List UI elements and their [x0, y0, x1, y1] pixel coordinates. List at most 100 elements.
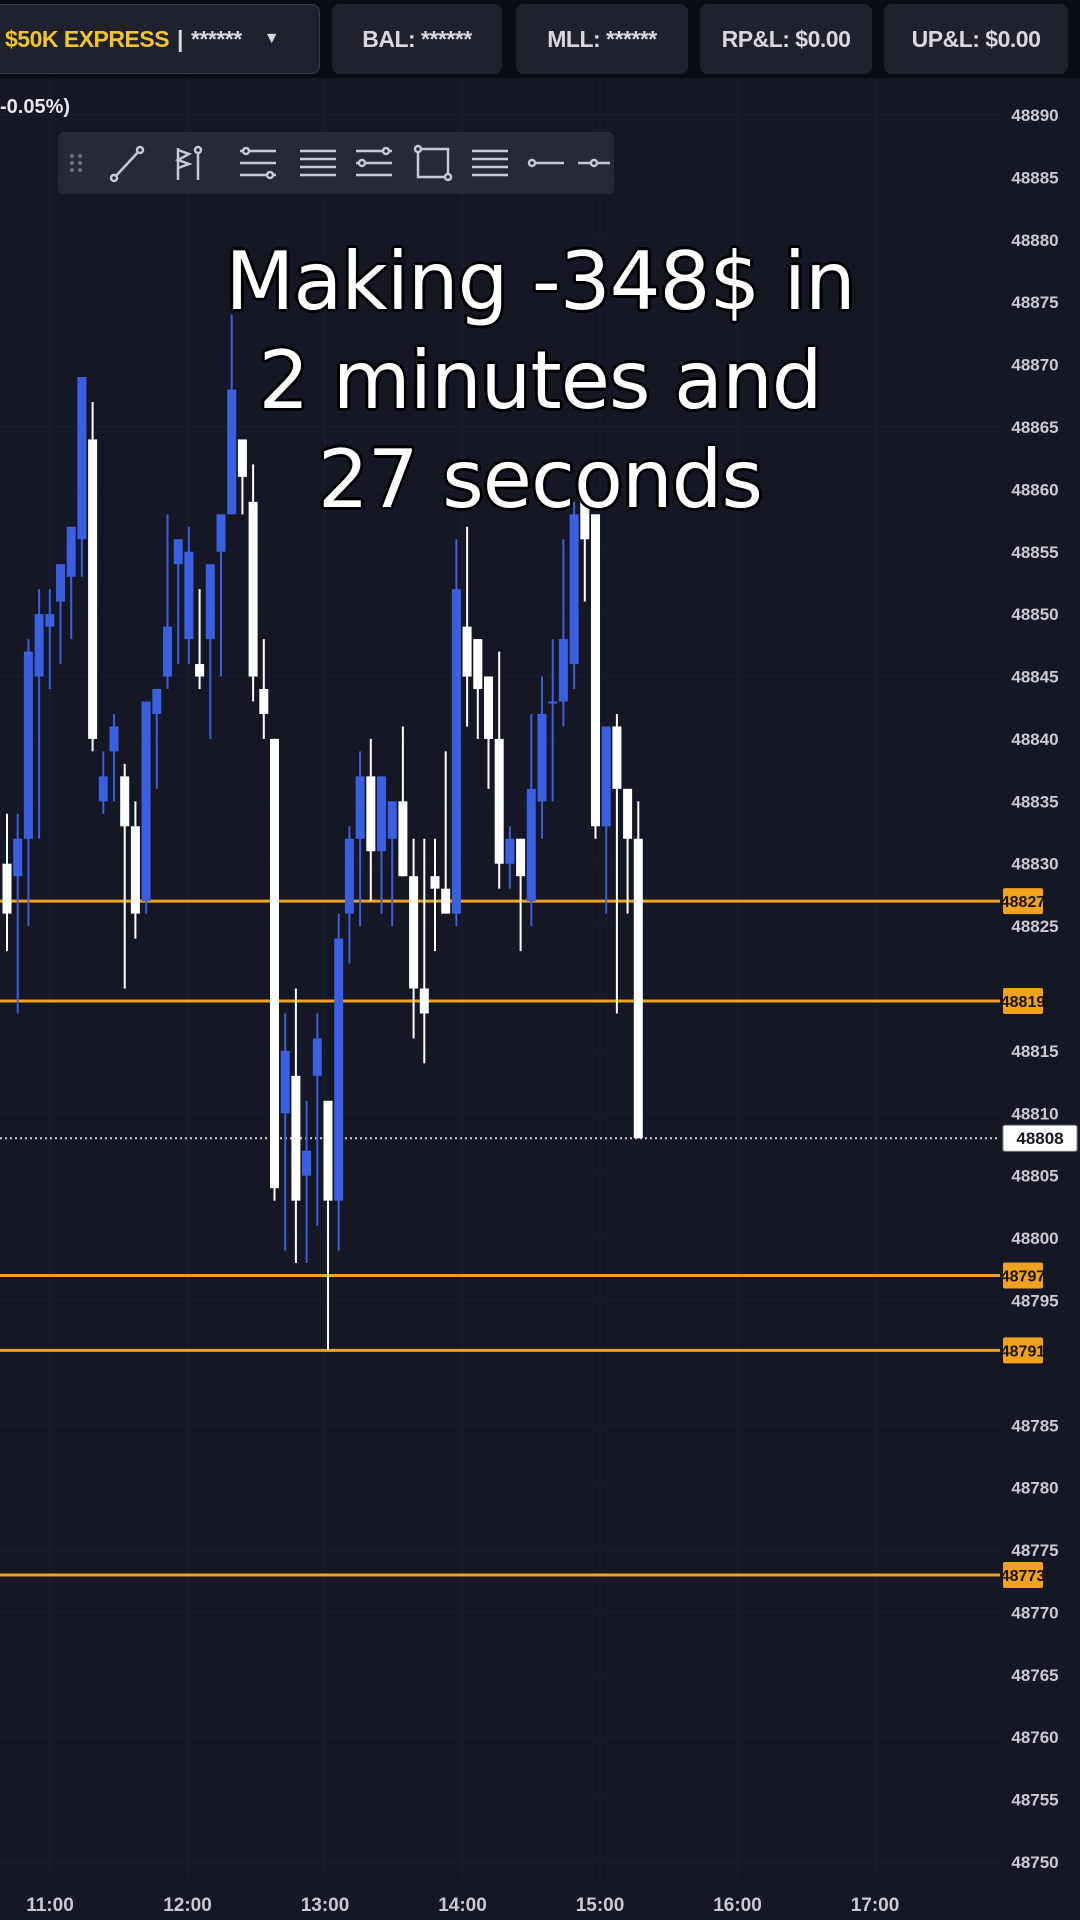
candle-body — [366, 776, 376, 852]
candle-body — [623, 788, 633, 839]
candle-body — [109, 726, 119, 752]
candle-body — [120, 776, 130, 827]
price-tick-label: 48850 — [1011, 605, 1058, 624]
candle-body — [409, 876, 419, 989]
candle-body — [612, 726, 622, 789]
candle-body — [56, 564, 65, 602]
grip-icon[interactable] — [70, 154, 82, 172]
level-price-label: 48797 — [1001, 1269, 1046, 1286]
candle-body — [516, 838, 526, 877]
level-price-label: 48827 — [1001, 894, 1046, 911]
candle-body — [430, 876, 440, 889]
candle-body — [205, 564, 215, 640]
fib-extension-icon[interactable] — [356, 146, 392, 177]
candle-body — [537, 713, 547, 802]
time-tick-label: 11:00 — [26, 1895, 74, 1916]
level-price-label: 48819 — [1001, 994, 1046, 1011]
price-change-label: -0.05%) — [0, 96, 71, 118]
flag-icon[interactable] — [174, 145, 203, 180]
caption-line-3: 27 seconds — [317, 433, 763, 526]
account-number-masked: ****** — [190, 25, 242, 52]
realized-pnl-label: RP&L: $0.00 — [721, 25, 851, 52]
candle-body — [98, 776, 108, 802]
time-axis[interactable]: 11:00 12:00 13:00 14:00 15:00 16:00 17:00 — [26, 1895, 899, 1916]
candle-body — [441, 888, 451, 914]
candle-body — [13, 838, 23, 877]
candle-body — [451, 589, 461, 914]
unrealized-pnl-label: UP&L: $0.00 — [911, 25, 1041, 52]
time-tick-label: 13:00 — [301, 1895, 350, 1916]
price-tick-label: 48770 — [1011, 1603, 1058, 1622]
account-name: $50K EXPRESS — [5, 25, 170, 52]
candle-body — [66, 526, 76, 577]
candle-body — [291, 1075, 301, 1201]
account-selector[interactable]: $50K EXPRESS | ****** ▼ — [0, 4, 320, 74]
candle-body — [419, 988, 429, 1014]
balance-label: BAL: ****** — [362, 25, 472, 52]
candle-body — [173, 539, 183, 565]
candle-body — [163, 626, 172, 677]
price-tick-label: 48750 — [1011, 1853, 1058, 1872]
candle-body — [259, 689, 269, 714]
candle-body — [569, 514, 579, 665]
price-tick-label: 48805 — [1011, 1167, 1058, 1186]
time-tick-label: 12:00 — [163, 1895, 212, 1916]
price-tick-label: 48815 — [1011, 1042, 1058, 1061]
candle-body — [387, 801, 397, 839]
drawing-toolbar — [58, 132, 614, 194]
fib-retracement-icon[interactable] — [300, 149, 336, 177]
price-tick-label: 48765 — [1011, 1666, 1058, 1685]
candle-body — [141, 701, 151, 902]
level-price-label: 48791 — [1001, 1343, 1046, 1360]
candle-body — [494, 738, 504, 864]
horizontal-ray-icon[interactable] — [578, 158, 610, 168]
candle-body — [270, 738, 279, 1189]
candle-body — [526, 788, 536, 902]
candle-body — [184, 551, 194, 640]
account-bar: $50K EXPRESS | ****** ▼ BAL: ****** MLL:… — [0, 0, 1080, 78]
candle-body — [45, 614, 55, 627]
price-tick-label: 48835 — [1011, 792, 1058, 811]
realized-pnl-pill[interactable]: RP&L: $0.00 — [700, 4, 872, 74]
trend-line-icon[interactable] — [109, 145, 145, 183]
horizontal-lines-icon[interactable] — [472, 149, 508, 177]
candle-body — [398, 801, 408, 877]
chevron-down-icon[interactable]: ▼ — [264, 30, 280, 48]
caption-line-2: 2 minutes and — [258, 334, 822, 427]
candle-body — [377, 776, 386, 852]
candle-body — [152, 689, 162, 714]
price-tick-label: 48755 — [1011, 1791, 1058, 1810]
time-tick-label: 17:00 — [851, 1895, 900, 1916]
candle-body — [548, 701, 558, 704]
price-tick-label: 48775 — [1011, 1541, 1058, 1560]
candle-body — [195, 664, 205, 677]
candle-body — [505, 838, 515, 864]
price-tick-label: 48795 — [1011, 1291, 1058, 1310]
candle-body — [633, 838, 643, 1139]
price-tick-label: 48890 — [1011, 106, 1058, 125]
candle-body — [2, 863, 12, 914]
unrealized-pnl-pill[interactable]: UP&L: $0.00 — [884, 4, 1068, 74]
candle-body — [334, 938, 344, 1201]
price-tick-label: 48855 — [1011, 543, 1058, 562]
mll-label: MLL: ****** — [547, 25, 657, 52]
candle-body — [312, 1038, 322, 1076]
balance-pill[interactable]: BAL: ****** — [332, 4, 502, 74]
time-tick-label: 15:00 — [576, 1895, 625, 1916]
rectangle-icon[interactable] — [413, 144, 453, 182]
price-tick-label: 48780 — [1011, 1479, 1058, 1498]
candle-body — [558, 639, 568, 702]
candle-body — [473, 639, 483, 690]
parallel-channel-icon[interactable] — [240, 146, 276, 180]
candle-body — [130, 826, 140, 914]
candle-body — [484, 676, 493, 739]
mll-pill[interactable]: MLL: ****** — [516, 4, 688, 74]
price-tick-label: 48785 — [1011, 1416, 1058, 1435]
price-tick-label: 48810 — [1011, 1104, 1058, 1123]
time-tick-label: 16:00 — [713, 1895, 762, 1916]
current-price-label: 48808 — [1016, 1129, 1063, 1148]
horizontal-line-icon[interactable] — [527, 158, 564, 168]
caption-line-1: Making -348$ in — [225, 235, 855, 328]
candle-body — [323, 1100, 333, 1201]
candle-body — [34, 614, 44, 677]
